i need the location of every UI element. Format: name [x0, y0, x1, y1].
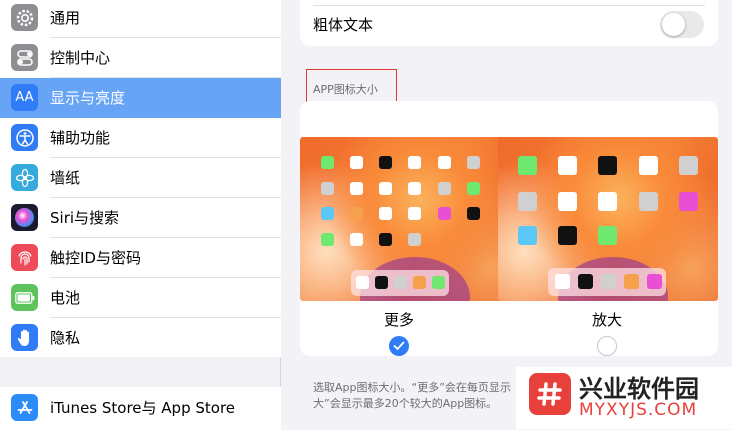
sidebar-item-general[interactable]: 通用 [0, 0, 281, 38]
sidebar-item-label: 触控ID与密码 [50, 249, 141, 267]
app-icon [321, 233, 334, 246]
bold-text-label: 粗体文本 [313, 16, 374, 34]
watermark-url: MYXYJS.COM [579, 400, 698, 420]
sidebar-item-accessibility[interactable]: 辅助功能 [0, 118, 281, 158]
toggles-icon [11, 44, 38, 71]
app-icon [438, 156, 451, 169]
sidebar-item-display-brightness[interactable]: AA 显示与亮度 [0, 78, 281, 118]
siri-icon [11, 204, 38, 231]
sidebar-item-itunes-app-store[interactable]: iTunes Store与 App Store [0, 388, 281, 428]
app-icon [413, 276, 426, 289]
section-header: APP图标大小 [313, 83, 378, 96]
app-icon [518, 192, 537, 211]
app-icon [679, 156, 698, 175]
app-icon [598, 226, 617, 245]
sidebar-item-label: 控制中心 [50, 49, 111, 67]
app-store-icon [11, 394, 38, 421]
more-option-preview[interactable] [300, 137, 518, 301]
text-size-icon: AA [11, 84, 38, 111]
app-icon [350, 207, 363, 220]
app-icon [432, 276, 445, 289]
app-icon [467, 156, 480, 169]
app-icon [555, 274, 570, 289]
fingerprint-icon [11, 244, 38, 271]
app-icon [438, 207, 451, 220]
sidebar-item-privacy[interactable]: 隐私 [0, 318, 281, 358]
app-icon [558, 226, 577, 245]
app-icon [647, 274, 662, 289]
app-icon [639, 156, 658, 175]
more-option-label: 更多 [383, 311, 414, 329]
app-icon [375, 276, 388, 289]
settings-sidebar: 通用 控制中心 AA 显示与亮度 辅助功能 墙纸 Siri与搜索 触控ID与密码… [0, 0, 281, 430]
sidebar-item-label: 墙纸 [50, 169, 81, 187]
sidebar-item-control-center[interactable]: 控制中心 [0, 38, 281, 78]
app-icon [408, 156, 421, 169]
app-icon [408, 233, 421, 246]
sidebar-item-battery[interactable]: 电池 [0, 278, 281, 318]
sidebar-group-store: iTunes Store与 App Store [0, 387, 281, 430]
app-icon [518, 156, 537, 175]
app-icon [624, 274, 639, 289]
gear-icon [11, 4, 38, 31]
larger-option-label: 放大 [591, 311, 622, 329]
app-icon [350, 156, 363, 169]
sidebar-group: 通用 控制中心 AA 显示与亮度 辅助功能 墙纸 Siri与搜索 触控ID与密码… [0, 0, 281, 357]
accessibility-icon [11, 124, 38, 151]
bold-text-toggle[interactable] [660, 11, 704, 38]
larger-option-radio[interactable] [597, 336, 617, 356]
sidebar-item-label: 隐私 [50, 329, 81, 347]
checkmark-icon [393, 341, 405, 350]
more-option-radio[interactable] [389, 336, 409, 356]
sidebar-item-label: iTunes Store与 App Store [50, 399, 236, 417]
app-icon [379, 207, 392, 220]
app-icon [379, 156, 392, 169]
bold-text-row: 粗体文本 [300, 0, 718, 46]
app-icon [321, 156, 334, 169]
flower-icon [11, 164, 38, 191]
display-settings-panel: 粗体文本 APP图标大小 更多 放大 选取App图标大小。“更多”会在每页显示 … [282, 0, 732, 430]
app-icon [321, 207, 334, 220]
sidebar-item-label: 电池 [50, 289, 81, 307]
sidebar-item-siri-search[interactable]: Siri与搜索 [0, 198, 281, 238]
app-icon [679, 192, 698, 211]
app-icon [350, 233, 363, 246]
app-icon [558, 192, 577, 211]
app-icon [438, 182, 451, 195]
app-icon [558, 156, 577, 175]
app-icon [467, 207, 480, 220]
app-icon [356, 276, 369, 289]
sidebar-item-label: 通用 [50, 9, 81, 27]
sidebar-item-wallpaper[interactable]: 墙纸 [0, 158, 281, 198]
divider [313, 5, 705, 6]
hash-logo-icon [529, 373, 571, 415]
app-icon [467, 182, 480, 195]
app-icon [598, 192, 617, 211]
footer-text-line-1: 选取App图标大小。“更多”会在每页显示 [313, 381, 511, 394]
app-icon [321, 182, 334, 195]
footer-text-line-2: 大”会显示最多20个较大的App图标。 [313, 397, 498, 410]
app-icon [408, 182, 421, 195]
sidebar-item-label: 显示与亮度 [50, 89, 126, 107]
app-icon [379, 182, 392, 195]
app-icon [578, 274, 593, 289]
sidebar-item-label: Siri与搜索 [50, 209, 120, 227]
app-icon [518, 226, 537, 245]
hand-icon [11, 324, 38, 351]
app-icon [601, 274, 616, 289]
app-icon [639, 192, 658, 211]
app-icon [379, 233, 392, 246]
app-icon [408, 207, 421, 220]
larger-option-preview[interactable] [498, 137, 718, 301]
app-icon [394, 276, 407, 289]
toggle-knob [662, 13, 685, 36]
app-icon [598, 156, 617, 175]
site-watermark: 兴业软件园 MYXYJS.COM [516, 367, 732, 430]
sidebar-item-touch-id[interactable]: 触控ID与密码 [0, 238, 281, 278]
app-icon [350, 182, 363, 195]
watermark-title: 兴业软件园 [579, 375, 699, 403]
sidebar-item-label: 辅助功能 [50, 129, 111, 147]
battery-icon [11, 284, 38, 311]
